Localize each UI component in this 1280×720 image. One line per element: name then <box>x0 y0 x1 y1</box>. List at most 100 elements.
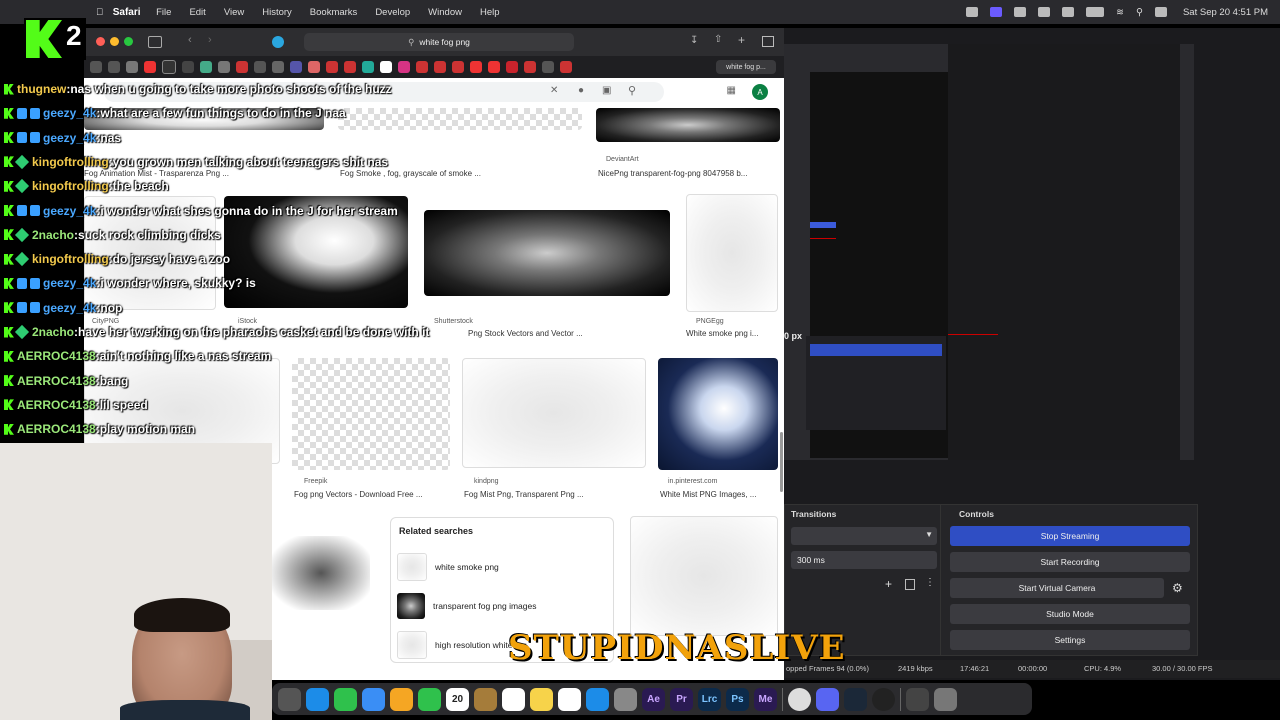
screen-record-icon[interactable] <box>990 7 1003 17</box>
app-store-icon[interactable] <box>586 687 609 711</box>
reminders-icon[interactable] <box>502 687 525 711</box>
extension-icon[interactable] <box>272 36 284 48</box>
add-icon[interactable]: + <box>885 577 892 591</box>
lightroom-icon[interactable]: Lrc <box>698 687 721 711</box>
result-source[interactable]: DeviantArt <box>606 156 639 163</box>
menu-bookmarks[interactable]: Bookmarks <box>310 7 358 18</box>
active-tab[interactable]: white fog p... <box>716 60 776 74</box>
result-caption[interactable]: White Mist PNG Images, ... <box>660 490 778 499</box>
result-caption[interactable]: Png Stock Vectors and Vector ... <box>468 329 668 338</box>
duration-field[interactable]: 300 ms <box>791 551 937 569</box>
menu-file[interactable]: File <box>156 7 171 18</box>
camera-icon[interactable]: ▣ <box>602 85 611 96</box>
youtube-icon[interactable] <box>560 61 572 73</box>
control-center-icon[interactable] <box>1154 7 1167 17</box>
favorite-icon[interactable] <box>90 61 102 73</box>
result-image[interactable] <box>292 358 450 470</box>
share-icon[interactable]: ⇧ <box>714 34 722 45</box>
tabs-overview-icon[interactable] <box>762 36 774 47</box>
address-bar[interactable]: ⚲ white fog png <box>304 33 574 51</box>
obs-icon[interactable] <box>872 687 895 711</box>
favorite-icon[interactable] <box>162 60 176 74</box>
download-icon[interactable]: ↧ <box>690 35 698 46</box>
favorite-icon[interactable] <box>290 61 302 73</box>
after-effects-icon[interactable]: Ae <box>642 687 665 711</box>
menu-app-name[interactable]: Safari <box>113 1 141 24</box>
apple-icon[interactable]:  <box>96 7 103 18</box>
new-tab-icon[interactable]: + <box>738 33 745 47</box>
result-source[interactable]: PNGEgg <box>696 318 724 325</box>
sidebar-icon[interactable] <box>148 36 162 48</box>
chrome-icon[interactable] <box>788 687 811 711</box>
menu-history[interactable]: History <box>262 7 292 18</box>
back-icon[interactable]: ‹ <box>188 34 192 46</box>
favorite-icon[interactable] <box>542 61 554 73</box>
status-icon[interactable] <box>966 7 979 17</box>
stop-streaming-button[interactable]: Stop Streaming <box>950 526 1190 546</box>
result-image[interactable] <box>686 194 778 312</box>
favorite-icon[interactable] <box>470 61 482 73</box>
favorite-icon[interactable] <box>254 61 266 73</box>
result-image[interactable] <box>658 358 778 470</box>
settings-icon[interactable] <box>614 687 637 711</box>
menu-help[interactable]: Help <box>480 7 500 18</box>
dropbox-icon[interactable] <box>1014 7 1027 17</box>
youtube-icon[interactable] <box>326 61 338 73</box>
more-icon[interactable]: ⋮ <box>925 577 935 588</box>
result-caption[interactable]: Fog png Vectors - Download Free ... <box>294 490 450 499</box>
pinterest-icon[interactable] <box>506 61 518 73</box>
maximize-icon[interactable] <box>124 37 133 46</box>
mail-icon[interactable] <box>362 687 385 711</box>
photoshop-icon[interactable]: Ps <box>726 687 749 711</box>
favorite-icon[interactable] <box>380 61 392 73</box>
favorite-icon[interactable] <box>362 61 374 73</box>
minimize-icon[interactable] <box>110 37 119 46</box>
youtube-icon[interactable] <box>452 61 464 73</box>
youtube-icon[interactable] <box>434 61 446 73</box>
close-icon[interactable] <box>96 37 105 46</box>
result-source[interactable]: kindpng <box>474 478 499 485</box>
result-image[interactable] <box>272 536 370 610</box>
launchpad-icon[interactable] <box>278 687 301 711</box>
apps-grid-icon[interactable]: ▦ <box>727 85 736 96</box>
youtube-icon[interactable] <box>236 61 248 73</box>
favorite-icon[interactable] <box>144 61 156 73</box>
favorite-icon[interactable] <box>182 61 194 73</box>
trash-icon[interactable] <box>905 579 915 590</box>
result-caption[interactable]: NicePng transparent-fog-png 8047958 b... <box>598 169 778 178</box>
finder-icon[interactable] <box>474 687 497 711</box>
scrollbar[interactable] <box>780 432 783 492</box>
menu-develop[interactable]: Develop <box>375 7 410 18</box>
result-image[interactable] <box>424 210 670 296</box>
start-recording-button[interactable]: Start Recording <box>950 552 1190 572</box>
result-source[interactable]: Freepik <box>304 478 327 485</box>
search-icon[interactable]: ⚲ <box>628 84 636 97</box>
transition-select[interactable]: ▼ <box>791 527 937 545</box>
youtube-icon[interactable] <box>524 61 536 73</box>
calendar-icon[interactable]: 20 <box>446 687 469 711</box>
studio-mode-button[interactable]: Studio Mode <box>950 604 1190 624</box>
related-item[interactable]: white smoke png <box>397 552 607 582</box>
gear-icon[interactable]: ⚙ <box>1172 581 1183 595</box>
media-encoder-icon[interactable]: Me <box>754 687 777 711</box>
messages-icon[interactable] <box>334 687 357 711</box>
search-icon[interactable]: ⚲ <box>1136 7 1143 18</box>
facetime-icon[interactable] <box>418 687 441 711</box>
youtube-icon[interactable] <box>416 61 428 73</box>
instagram-icon[interactable] <box>398 61 410 73</box>
youtube-icon[interactable] <box>344 61 356 73</box>
premiere-icon[interactable]: Pr <box>670 687 693 711</box>
related-item[interactable]: transparent fog png images <box>397 591 607 621</box>
favorite-icon[interactable] <box>126 61 138 73</box>
result-image[interactable] <box>630 516 778 636</box>
avatar[interactable]: A <box>752 84 768 100</box>
downloads-icon[interactable] <box>906 687 929 711</box>
microphone-icon[interactable]: ● <box>578 85 584 96</box>
photos-icon[interactable] <box>390 687 413 711</box>
favorite-icon[interactable] <box>218 61 230 73</box>
result-image[interactable] <box>462 358 646 468</box>
steam-icon[interactable] <box>844 687 867 711</box>
result-caption[interactable]: Fog Mist Png, Transparent Png ... <box>464 490 644 499</box>
creative-cloud-icon[interactable] <box>1038 7 1051 17</box>
start-virtual-camera-button[interactable]: Start Virtual Camera <box>950 578 1164 598</box>
